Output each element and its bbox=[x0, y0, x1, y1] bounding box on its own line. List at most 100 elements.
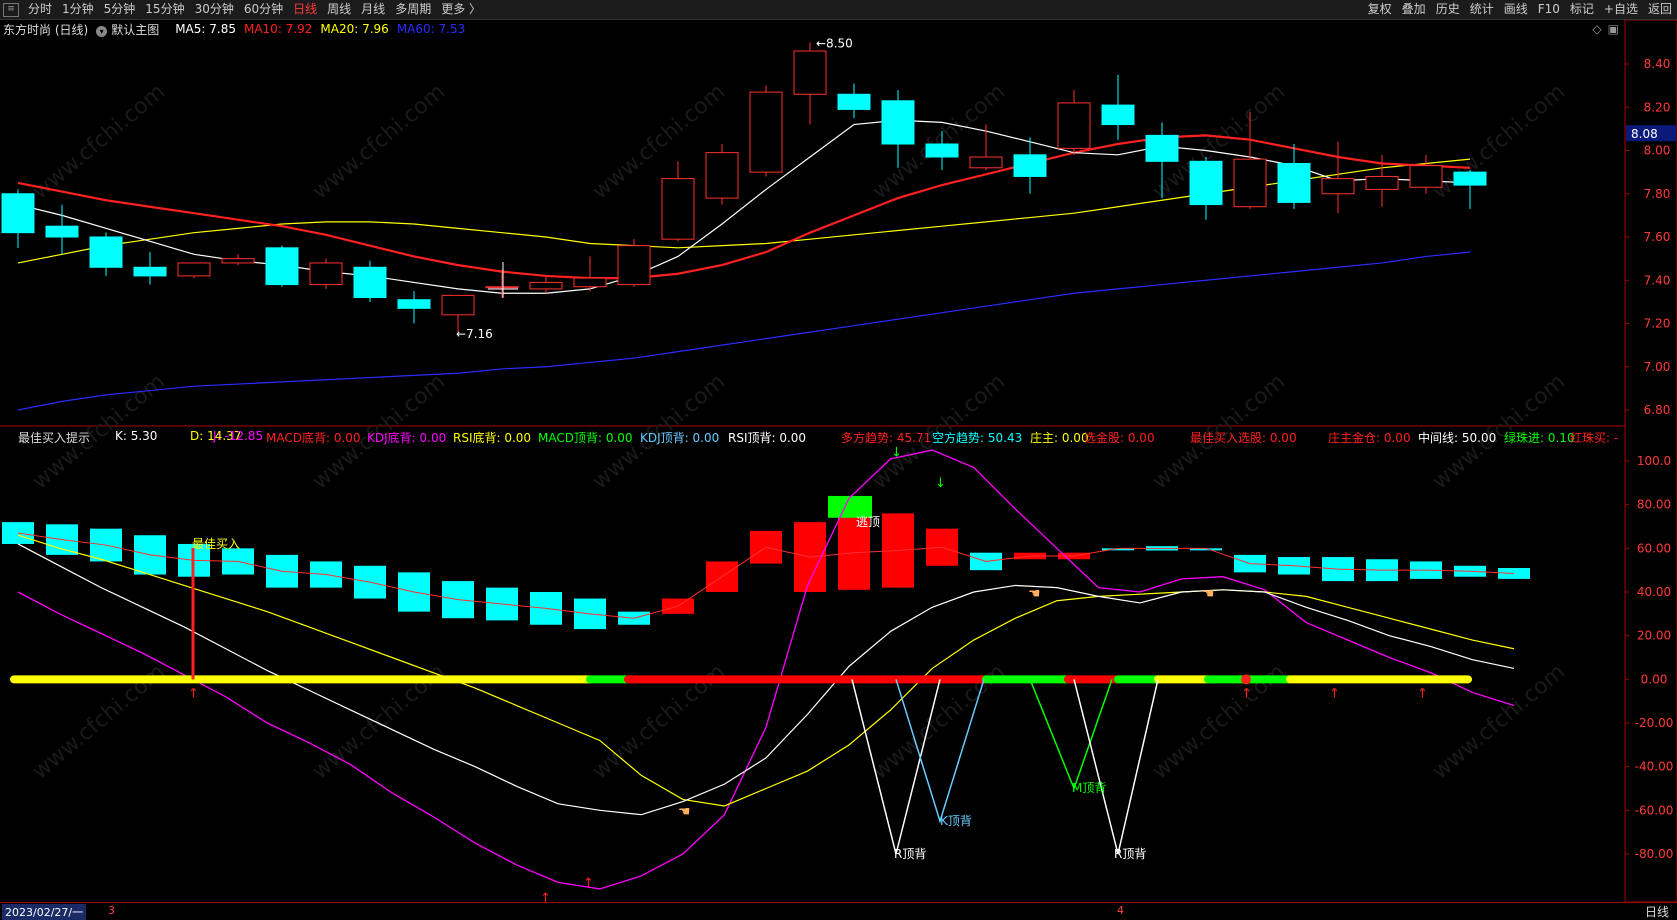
candle-body[interactable] bbox=[925, 143, 959, 158]
chart-tools: ◇ ▣ bbox=[1592, 22, 1619, 36]
period-tab-5[interactable]: 60分钟 bbox=[239, 0, 288, 19]
stock-title[interactable]: 东方时尚 (日线) bbox=[3, 21, 88, 38]
buy-arrow-icon: ↑ bbox=[583, 876, 594, 891]
indicator-axis-label: -20.00 bbox=[1635, 716, 1674, 730]
indicator-value-9: 多方趋势: 45.71 bbox=[841, 431, 932, 445]
candle-body[interactable] bbox=[45, 225, 79, 238]
candle-body[interactable] bbox=[1189, 160, 1223, 206]
indicator-axis-label: 60.00 bbox=[1637, 541, 1671, 555]
toolbar-button-8[interactable]: 返回 bbox=[1643, 0, 1677, 19]
toolbar-button-6[interactable]: 标记 bbox=[1565, 0, 1599, 19]
candle-body[interactable] bbox=[177, 262, 211, 277]
toolbar-button-2[interactable]: 历史 bbox=[1431, 0, 1465, 19]
candle-body[interactable] bbox=[1057, 102, 1091, 149]
candle-body[interactable] bbox=[1409, 165, 1443, 188]
toolbar-button-7[interactable]: +自选 bbox=[1599, 0, 1643, 19]
indicator-value-8: RSI顶背: 0.00 bbox=[728, 431, 807, 445]
period-tab-8[interactable]: 月线 bbox=[356, 0, 390, 19]
month-4-marker: 4 bbox=[1117, 904, 1124, 917]
indicator-value-4: KDJ底背: 0.00 bbox=[367, 431, 447, 445]
sell-arrow-icon: ↓ bbox=[891, 446, 902, 461]
candle-body[interactable] bbox=[1013, 154, 1047, 177]
period-tab-4[interactable]: 30分钟 bbox=[190, 0, 239, 19]
candle-body[interactable] bbox=[1101, 104, 1135, 126]
candle-body[interactable] bbox=[89, 236, 123, 268]
period-tab-2[interactable]: 5分钟 bbox=[99, 0, 141, 19]
indicator-value-11: 庄主: 0.00 bbox=[1030, 431, 1089, 445]
price-label: 7.60 bbox=[1644, 230, 1671, 244]
escape-top-label: 逃顶 bbox=[856, 515, 880, 529]
candle-body[interactable] bbox=[221, 258, 255, 264]
candle-body[interactable] bbox=[661, 178, 695, 240]
candle-body[interactable] bbox=[837, 93, 871, 110]
indicator-axis-label: 100.0 bbox=[1637, 454, 1671, 468]
buy-arrow-icon: ↑ bbox=[1241, 686, 1252, 701]
candle-body[interactable] bbox=[1321, 178, 1355, 195]
candle-body[interactable] bbox=[1453, 171, 1487, 186]
candle-body[interactable] bbox=[1145, 134, 1179, 162]
candle-body[interactable] bbox=[793, 50, 827, 95]
candle-body[interactable] bbox=[441, 294, 475, 316]
period-tab-1[interactable]: 1分钟 bbox=[57, 0, 99, 19]
candle-body[interactable] bbox=[705, 152, 739, 199]
indicator-axis-label: -60.00 bbox=[1635, 803, 1674, 817]
candle-body[interactable] bbox=[1233, 158, 1267, 208]
candle-body[interactable] bbox=[1365, 175, 1399, 190]
candle-body[interactable] bbox=[881, 100, 915, 145]
indicator-value-7: KDJ顶背: 0.00 bbox=[640, 431, 720, 445]
candle-body[interactable] bbox=[1277, 162, 1311, 203]
current-price-label: 8.08 bbox=[1631, 127, 1658, 141]
ma60-value: MA60: 7.53 bbox=[396, 22, 466, 36]
r-top-div-label-2: R顶背 bbox=[1114, 847, 1146, 861]
candle-body[interactable] bbox=[353, 266, 387, 299]
period-tab-6[interactable]: 日线 bbox=[288, 0, 322, 19]
buy-arrow-icon: ↑ bbox=[1417, 686, 1428, 701]
indicator-value-0: K: 5.30 bbox=[115, 429, 158, 443]
chevron-down-icon: ▾ bbox=[96, 25, 108, 37]
price-label: 7.20 bbox=[1644, 317, 1671, 331]
indicator-value-15: 中间线: 50.00 bbox=[1418, 431, 1497, 445]
toolbar-button-5[interactable]: F10 bbox=[1533, 0, 1565, 19]
main-chart-selector[interactable]: ▾ 默认主图 bbox=[96, 21, 167, 38]
d-line bbox=[17, 534, 1515, 807]
ma10-value: MA10: 7.92 bbox=[243, 22, 313, 36]
ma20-value: MA20: 7.96 bbox=[320, 22, 389, 36]
indicator-info: 最佳买入提示 K: 5.30 D: 14.37 J: -12.85 MACD底背: 0… bbox=[0, 427, 1620, 445]
period-tab-7[interactable]: 周线 bbox=[322, 0, 356, 19]
period-tab-3[interactable]: 15分钟 bbox=[140, 0, 189, 19]
period-tab-9[interactable]: 多周期 bbox=[390, 0, 436, 19]
toolbar-button-0[interactable]: 复权 bbox=[1363, 0, 1397, 19]
candle-body[interactable] bbox=[133, 266, 167, 277]
toolbar-button-1[interactable]: 叠加 bbox=[1397, 0, 1431, 19]
candle-body[interactable] bbox=[485, 286, 519, 289]
candle-body[interactable] bbox=[573, 277, 607, 288]
price-label: 8.20 bbox=[1644, 100, 1671, 114]
candle-body[interactable] bbox=[1, 193, 35, 234]
hand-pointer-icon: ☚ bbox=[1028, 586, 1041, 602]
kline-chart[interactable]: 8.40 8.20 8.00 7.80 7.60 7.40 7.20 7.00 6.80 8.08… bbox=[0, 0, 1677, 918]
candle-body[interactable] bbox=[265, 247, 299, 286]
r-top-div-line-2 bbox=[1073, 679, 1159, 855]
low-annotation: ←7.16 bbox=[456, 327, 493, 341]
toolbar-button-3[interactable]: 统计 bbox=[1465, 0, 1499, 19]
candle-body[interactable] bbox=[617, 245, 651, 286]
period-tab-10[interactable]: 更多 〉 bbox=[436, 0, 486, 19]
menu-icon[interactable]: ≡ bbox=[3, 2, 19, 17]
indicator-value-3: MACD底背: 0.00 bbox=[266, 431, 361, 445]
price-label: 8.40 bbox=[1644, 57, 1671, 71]
m-top-div-line bbox=[1029, 679, 1113, 791]
candle-body[interactable] bbox=[397, 299, 431, 309]
period-tab-0[interactable]: 分时 bbox=[23, 0, 57, 19]
candle-body[interactable] bbox=[749, 91, 783, 173]
indicator-axis-label: 80.00 bbox=[1637, 498, 1671, 512]
candle-body[interactable] bbox=[969, 156, 1003, 169]
candle-body[interactable] bbox=[529, 281, 563, 290]
toolbar-button-4[interactable]: 画线 bbox=[1499, 0, 1533, 19]
candle-body[interactable] bbox=[309, 262, 343, 286]
m-top-div-label: M顶背 bbox=[1072, 781, 1106, 795]
window-icon[interactable]: ▣ bbox=[1608, 22, 1619, 36]
indicator-name[interactable]: 最佳买入提示 bbox=[18, 429, 90, 446]
indicator-value-10: 空方趋势: 50.43 bbox=[932, 431, 1023, 445]
diamond-icon[interactable]: ◇ bbox=[1592, 22, 1601, 36]
date-bar: 2023/02/27/一 3 4 日线 bbox=[0, 902, 1677, 920]
